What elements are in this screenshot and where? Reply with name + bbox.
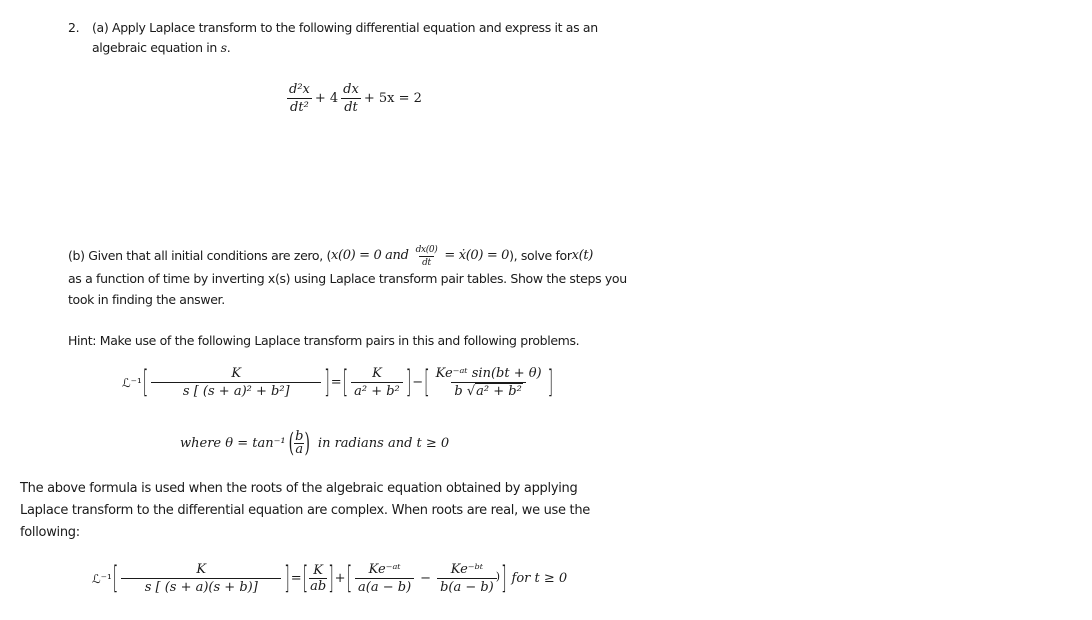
dx0-dt-fraction: dx(0) dt	[413, 245, 441, 268]
where-clause: where θ = tan⁻¹ ( ba ) in radians and t …	[180, 428, 450, 459]
fraction-numerator: Ke⁻ᵇᵗ	[450, 562, 484, 577]
part-a-line1: (a) Apply Laplace transform to the follo…	[92, 20, 598, 35]
hint-text: Hint: Make use of the following Laplace …	[68, 333, 580, 348]
fraction-numerator: K	[231, 366, 242, 381]
fraction-denominator: dt	[341, 98, 361, 115]
lhs-fraction: Ks [ (s + a)² + b²]	[151, 366, 322, 399]
fraction-denominator: ab	[309, 578, 328, 594]
dx-dt-fraction: dx dt	[340, 82, 362, 115]
equals-sign: =	[330, 375, 342, 390]
initial-condition-x: x(0) = 0 and	[331, 248, 409, 263]
fraction-denominator: s [ (s + a)(s + b)]	[121, 578, 282, 595]
fraction-denominator: a(a − b)	[355, 578, 415, 595]
left-paren: (	[288, 428, 295, 459]
part-b-line1: (b) Given that all initial conditions ar…	[68, 243, 593, 269]
term3-fraction: Ke⁻ᵇᵗ b(a − b)	[437, 562, 497, 595]
term1-fraction: Kab	[309, 563, 328, 594]
term2-fraction: Ke⁻ᵃᵗ sin(bt + θ) b √a² + b²	[433, 366, 545, 399]
lhs-fraction: Ks [ (s + a)(s + b)]	[121, 562, 282, 595]
fraction-denominator: a	[294, 442, 305, 457]
initial-condition-xdot: = ẋ(0) = 0	[444, 248, 510, 263]
left-bracket: [	[424, 364, 430, 401]
sqrt-icon: √	[466, 384, 476, 399]
part-a-line2-prefix: algebraic equation in	[92, 40, 221, 55]
plus-four: + 4	[314, 91, 339, 106]
fraction-numerator: dx(0)	[415, 244, 438, 255]
where-suffix: in radians and t ≥ 0	[317, 436, 450, 451]
right-bracket: ]	[501, 560, 507, 597]
part-b-target: x(t)	[571, 248, 594, 263]
explanation-line1: The above formula is used when the roots…	[20, 481, 578, 496]
part-b-prefix: (b) Given that all initial conditions ar…	[68, 248, 331, 263]
fraction-numerator: dx	[343, 82, 359, 97]
part-b-line2: as a function of time by inverting x(s) …	[68, 271, 627, 286]
denominator-b: b	[454, 384, 463, 399]
part-b-solve-for: ), solve for	[509, 248, 572, 263]
fraction-numerator: Ke⁻ᵃᵗ	[368, 562, 401, 577]
left-bracket: [	[112, 560, 119, 597]
plus-sign: +	[334, 571, 346, 586]
fraction-numerator: K	[372, 366, 382, 381]
fraction-numerator: d²x	[289, 82, 310, 97]
differential-equation: d²x dt² + 4 dx dt + 5x = 2	[284, 82, 422, 115]
explanation-line3: following:	[20, 525, 80, 540]
fraction-denominator: a² + b²	[351, 382, 403, 399]
right-bracket: ]	[324, 364, 330, 401]
theta-definition: where θ = tan⁻¹	[180, 436, 286, 451]
inverse-laplace-operator: ℒ⁻¹	[122, 375, 142, 390]
term1-fraction: Ka² + b²	[351, 366, 403, 399]
fraction-denominator: b √a² + b²	[451, 382, 526, 399]
laplace-pair-real-roots: ℒ⁻¹ [ Ks [ (s + a)(s + b)] ] = [ Kab ] +…	[92, 562, 567, 595]
fraction-numerator: K	[313, 563, 323, 578]
d2x-dt2-fraction: d²x dt²	[286, 82, 313, 115]
inverse-laplace-operator: ℒ⁻¹	[92, 571, 112, 586]
condition-suffix: for t ≥ 0	[511, 571, 568, 586]
fraction-denominator: dt²	[287, 98, 312, 115]
sqrt-argument: a² + b²	[475, 383, 523, 399]
part-a-line2-suffix: .	[226, 40, 231, 55]
right-bracket: ]	[284, 560, 290, 597]
part-a-line2: algebraic equation in s.	[92, 38, 231, 58]
equation-rest: + 5x = 2	[363, 91, 422, 106]
right-bracket: ]	[328, 560, 334, 597]
right-bracket: ]	[547, 364, 554, 401]
question-number: 2.	[68, 20, 80, 35]
left-bracket: [	[346, 560, 353, 597]
left-bracket: [	[342, 364, 349, 401]
equals-sign: =	[290, 571, 302, 586]
part-b-line3: took in finding the answer.	[68, 292, 225, 307]
minus-sign: −	[412, 375, 424, 390]
b-over-a-fraction: ba	[294, 430, 305, 457]
term2-fraction: Ke⁻ᵃᵗ a(a − b)	[355, 562, 415, 595]
left-bracket: [	[142, 364, 149, 401]
explanation-line2: Laplace transform to the differential eq…	[20, 503, 590, 518]
minus-sign: −	[420, 571, 432, 586]
fraction-denominator: b(a − b)	[437, 578, 497, 595]
fraction-numerator: K	[196, 562, 207, 577]
fraction-numerator: Ke⁻ᵃᵗ sin(bt + θ)	[435, 366, 542, 381]
fraction-denominator: dt	[419, 255, 434, 268]
close-paren: )	[495, 570, 501, 583]
right-paren: )	[304, 428, 310, 459]
left-bracket: [	[302, 560, 309, 597]
right-bracket: ]	[405, 364, 412, 401]
laplace-pair-complex-roots: ℒ⁻¹ [ Ks [ (s + a)² + b²] ] = [ Ka² + b²…	[122, 366, 554, 399]
fraction-denominator: s [ (s + a)² + b²]	[151, 382, 322, 399]
